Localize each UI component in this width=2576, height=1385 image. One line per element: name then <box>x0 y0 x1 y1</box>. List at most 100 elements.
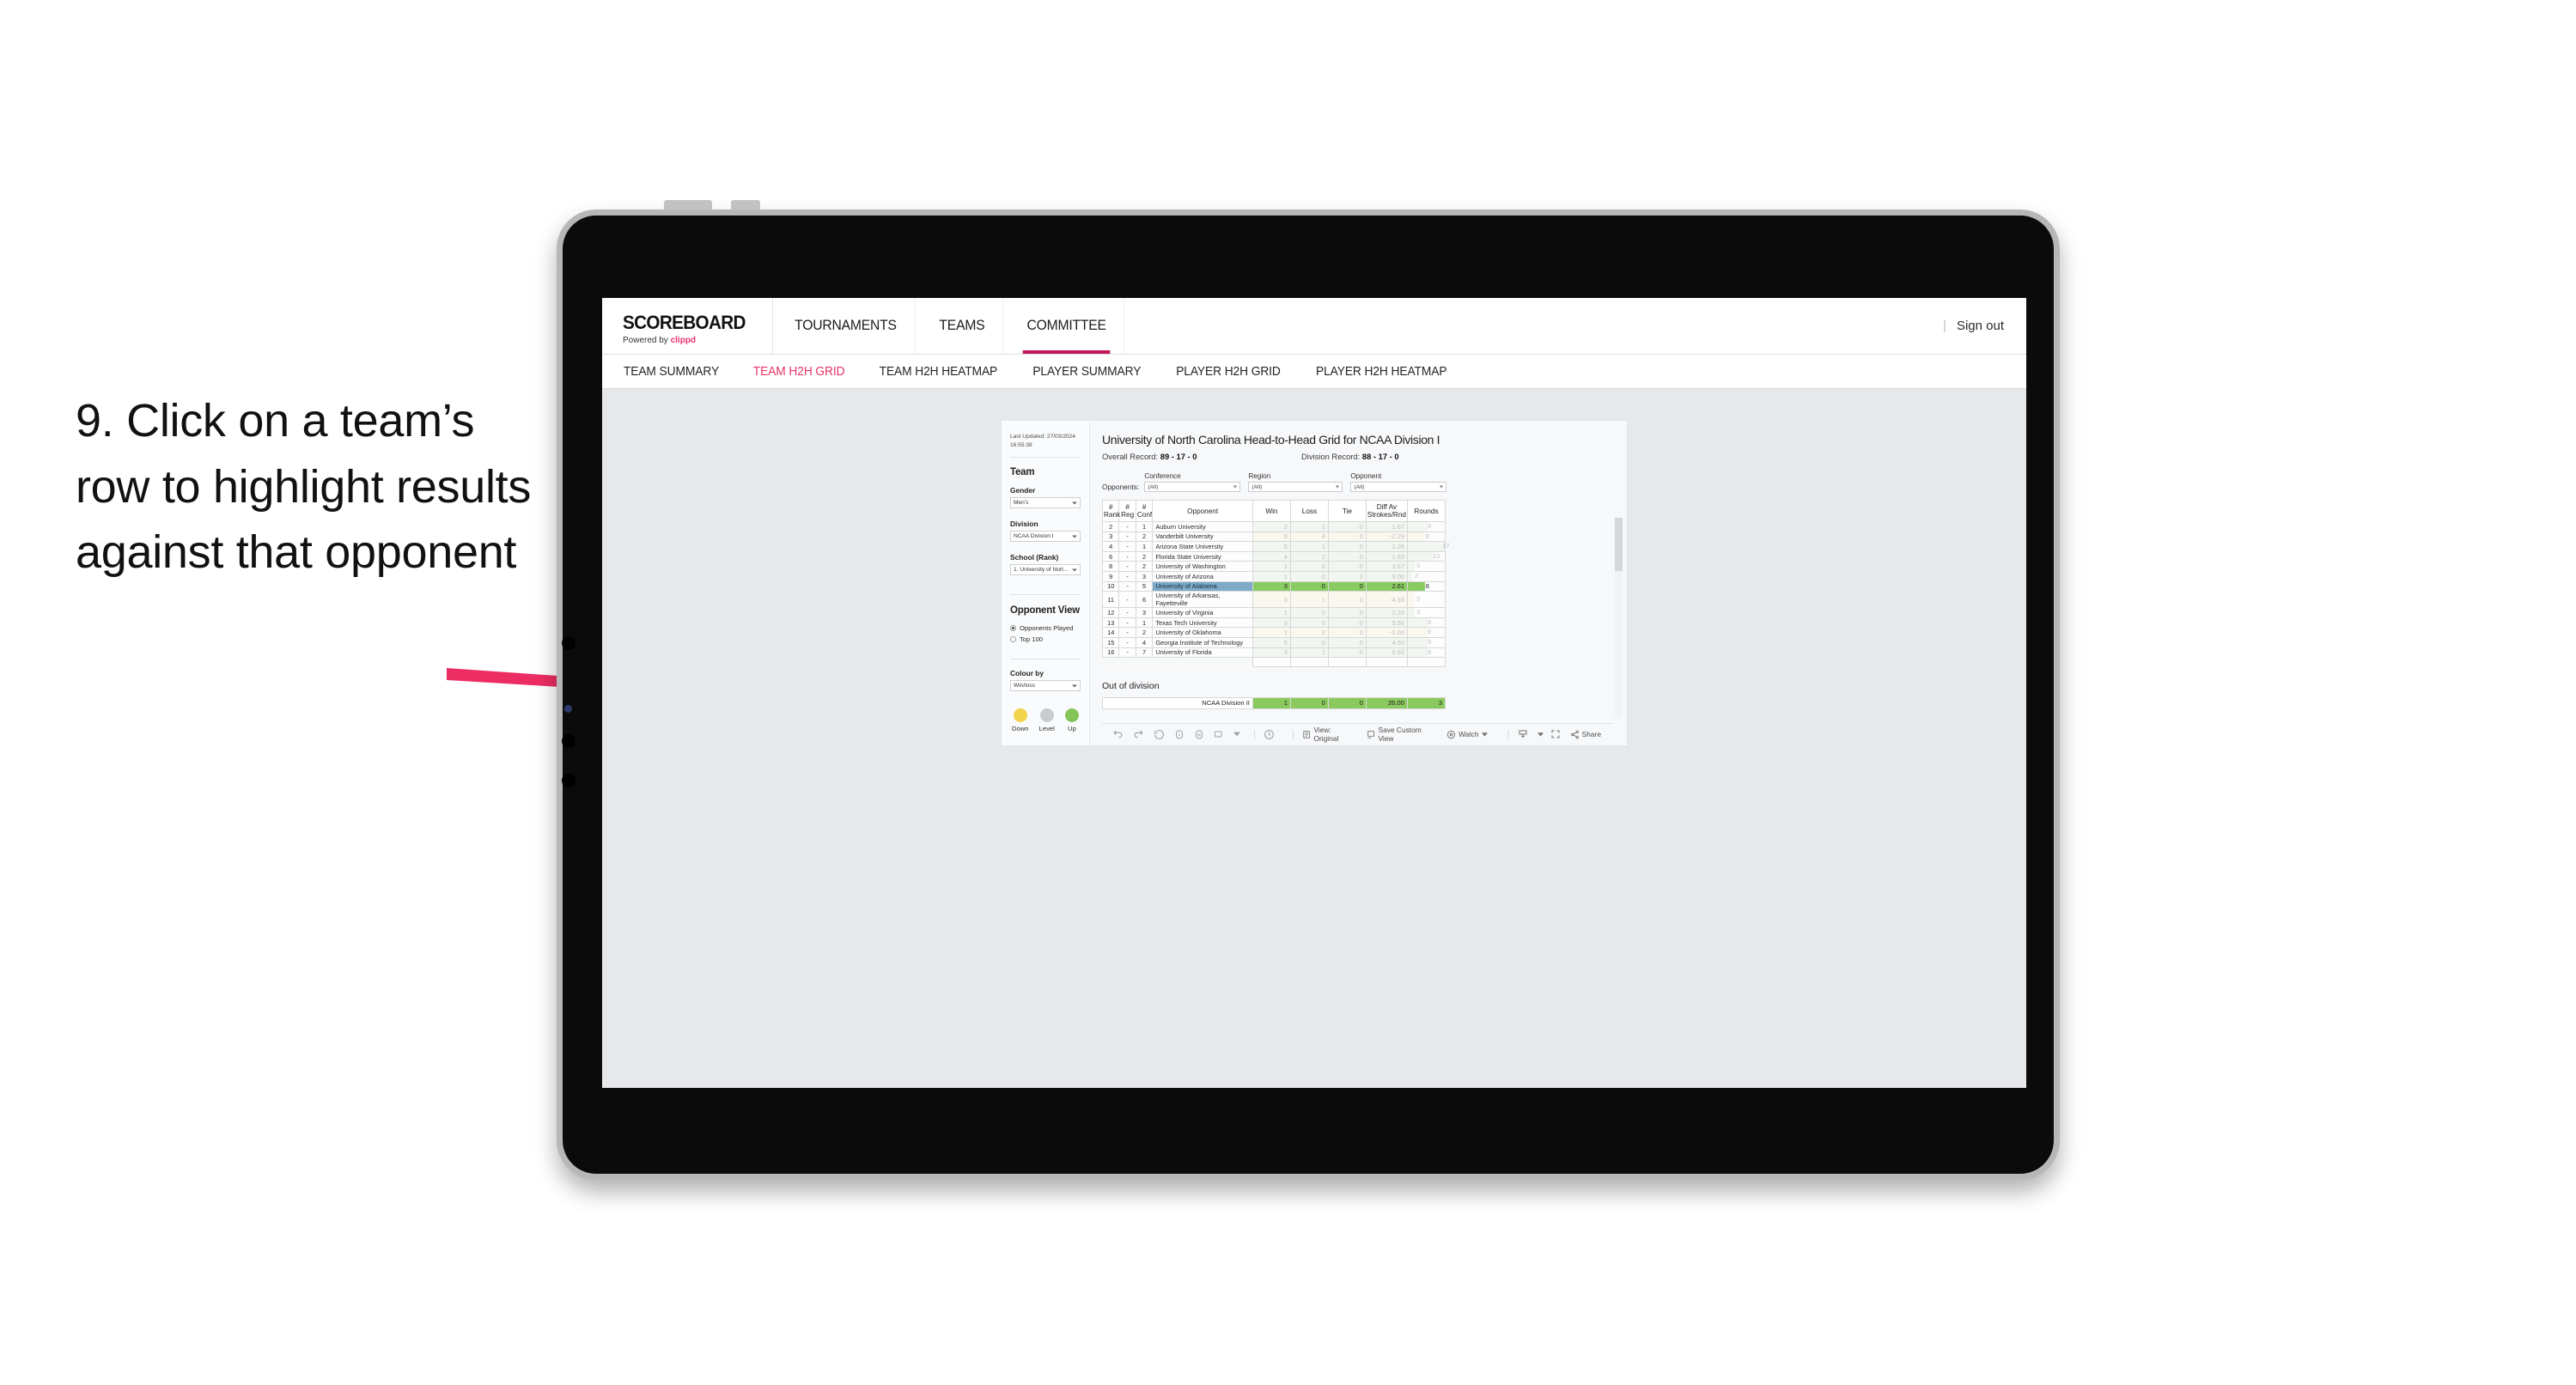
col-win[interactable]: Win <box>1251 500 1291 522</box>
cell-opponent: Arizona State University <box>1152 541 1253 552</box>
table-row[interactable]: 15-4 Georgia Institute of Technology 5 0 0 4.… <box>1101 636 1446 648</box>
brand-logo[interactable]: SCOREBOARD Powered by clippd <box>602 298 773 354</box>
gender-select[interactable]: Men’s <box>1010 497 1081 509</box>
table-row[interactable]: 16-7 University of Florida 3 1 0 6.62 9 <box>1101 647 1446 659</box>
cell-reg: - <box>1118 591 1136 609</box>
nav-item-tournaments[interactable]: TOURNAMENTS <box>776 298 916 354</box>
refresh-icon[interactable] <box>1174 729 1184 740</box>
powered-prefix: Powered by <box>623 336 671 345</box>
col-loss[interactable]: Loss <box>1289 500 1329 522</box>
filter-conference: Conference (All) <box>1144 472 1241 492</box>
overall-record-label: Overall Record: <box>1102 452 1159 461</box>
cell-win: 0 <box>1251 591 1291 609</box>
view-original-button[interactable]: View: Original <box>1302 726 1355 743</box>
table-row[interactable]: 3-2 Vanderbilt University 0 4 0 -2.29 8 <box>1101 531 1446 543</box>
out-of-division-row[interactable]: NCAA Division II 1 0 0 26.00 3 <box>1102 696 1446 709</box>
cell-loss: 2 <box>1289 550 1329 562</box>
rounds-value: 8 <box>1425 581 1429 590</box>
col-diff[interactable]: Diff Av Strokes/Rnd <box>1365 500 1408 522</box>
rounds-value: 3 <box>1416 594 1421 603</box>
filler-cell <box>1289 657 1329 667</box>
cell-reg: - <box>1118 636 1136 648</box>
col-opponent[interactable]: Opponent <box>1152 500 1253 522</box>
tab-player-summary[interactable]: PLAYER SUMMARY <box>1032 365 1141 379</box>
radio-opponents-played-label: Opponents Played <box>1020 624 1074 633</box>
nav-item-teams[interactable]: TEAMS <box>921 298 1004 354</box>
radio-opponents-played[interactable]: Opponents Played <box>1010 624 1081 632</box>
colour-legend: Down Level Up <box>1010 708 1081 732</box>
cell-diff: 4.50 <box>1365 636 1408 648</box>
col-tie[interactable]: Tie <box>1327 500 1367 522</box>
redo-icon[interactable] <box>1133 729 1144 740</box>
fullscreen-icon[interactable] <box>1550 729 1561 739</box>
tab-player-h2h-grid[interactable]: PLAYER H2H GRID <box>1176 365 1281 379</box>
rounds-value: 9 <box>1427 522 1432 530</box>
cell-rank: 3 <box>1101 531 1120 543</box>
col-reg[interactable]: # Reg <box>1118 500 1136 522</box>
legend-label-level: Level <box>1038 725 1055 733</box>
col-rank[interactable]: # Rank <box>1101 500 1120 522</box>
table-row[interactable]: 14-2 University of Oklahoma 1 2 0 -1.00 9 <box>1101 627 1446 638</box>
cell-conf: 2 <box>1135 627 1154 638</box>
filter-region-select[interactable]: (All) <box>1248 482 1343 492</box>
filler-blank <box>1136 657 1153 667</box>
screenshot-root: 9. Click on a team’s row to highlight re… <box>0 0 2576 1385</box>
tab-team-summary[interactable]: TEAM SUMMARY <box>624 365 719 379</box>
overall-record-value: 89 - 17 - 0 <box>1160 452 1197 461</box>
cell-conf: 3 <box>1135 570 1154 582</box>
cell-rank: 13 <box>1101 617 1120 629</box>
col-conf[interactable]: # Conf <box>1135 500 1154 522</box>
legend-swatch-down <box>1013 708 1027 723</box>
school-rank-select[interactable]: 1. University of Nort... <box>1010 564 1081 576</box>
cell-conf: 2 <box>1135 531 1154 543</box>
save-custom-view-button[interactable]: Save Custom View <box>1367 726 1434 743</box>
cell-opponent: Georgia Institute of Technology <box>1152 636 1253 648</box>
radio-top-100[interactable]: Top 100 <box>1010 635 1081 643</box>
tab-player-h2h-heatmap[interactable]: PLAYER H2H HEATMAP <box>1316 365 1447 379</box>
sign-out-link[interactable]: Sign out <box>1957 319 2004 333</box>
chevron-down-icon[interactable] <box>1233 731 1240 738</box>
pause-icon[interactable] <box>1194 729 1204 740</box>
tab-team-h2h-heatmap[interactable]: TEAM H2H HEATMAP <box>880 365 998 379</box>
undo-icon[interactable] <box>1112 729 1124 740</box>
share-button[interactable]: Share <box>1570 730 1601 739</box>
table-row[interactable]: 6-2 Florida State University 4 2 0 1.83 12 <box>1101 550 1446 562</box>
grid-scrollbar-thumb[interactable] <box>1615 518 1623 571</box>
viz-title: University of North Carolina Head-to-Hea… <box>1102 433 1440 446</box>
legend-label-down: Down <box>1012 725 1029 733</box>
table-row[interactable]: 10-5 University of Alabama 3 0 0 2.61 8 <box>1101 580 1446 592</box>
tableau-dashboard: Last Updated: 27/03/2024 16:55:38 Team G… <box>1001 420 1628 746</box>
view-original-label: View: Original <box>1313 726 1339 744</box>
cell-conf: 1 <box>1135 541 1154 552</box>
revert-icon[interactable] <box>1154 729 1165 740</box>
col-rounds-label: Rounds <box>1414 507 1439 515</box>
rounds-value: 3 <box>1416 562 1421 570</box>
filter-opponent-select[interactable]: (All) <box>1350 482 1447 492</box>
custom-views-icon[interactable] <box>1214 729 1224 739</box>
colour-by-select[interactable]: Win/loss <box>1010 680 1081 692</box>
cell-opponent: Florida State University <box>1152 550 1253 562</box>
table-row[interactable]: 11-6 University of Arkansas, Fayetteville… <box>1101 591 1446 609</box>
pause-auto-update-icon[interactable] <box>1264 729 1275 740</box>
download-icon[interactable] <box>1518 729 1528 739</box>
tab-team-h2h-grid[interactable]: TEAM H2H GRID <box>753 365 845 379</box>
chevron-down-icon <box>1440 485 1444 489</box>
table-row[interactable]: 4-1 Arizona State University 5 1 0 2.28 17 <box>1101 541 1450 552</box>
cell-win: 3 <box>1251 647 1291 659</box>
table-row[interactable]: 9-3 University of Arizona 1 0 0 9.00 2 <box>1101 570 1446 582</box>
colour-by-value: Win/loss <box>1014 683 1035 689</box>
col-rounds[interactable]: Rounds <box>1406 500 1446 522</box>
cell-opponent: University of Arizona <box>1152 570 1253 582</box>
nav-item-committee[interactable]: COMMITTEE <box>1008 298 1125 354</box>
filler-blank <box>1118 657 1136 667</box>
table-row[interactable]: 8-2 University of Washington 1 0 0 3.67 3 <box>1101 561 1446 572</box>
division-select[interactable]: NCAA Division I <box>1010 531 1081 543</box>
chevron-down-icon[interactable] <box>1537 732 1544 738</box>
watch-button[interactable]: Watch <box>1446 730 1488 739</box>
table-row[interactable]: 13-1 Texas Tech University 3 0 0 5.56 9 <box>1101 617 1446 629</box>
brand-powered-by: Powered by clippd <box>623 336 753 345</box>
col-reg-l1: # <box>1125 503 1130 511</box>
table-row[interactable]: 2-1 Auburn University 2 1 0 1.67 9 <box>1101 521 1446 532</box>
table-row[interactable]: 12-3 University of Virginia 1 0 0 2.33 3 <box>1101 607 1446 618</box>
filter-conference-select[interactable]: (All) <box>1144 482 1241 492</box>
